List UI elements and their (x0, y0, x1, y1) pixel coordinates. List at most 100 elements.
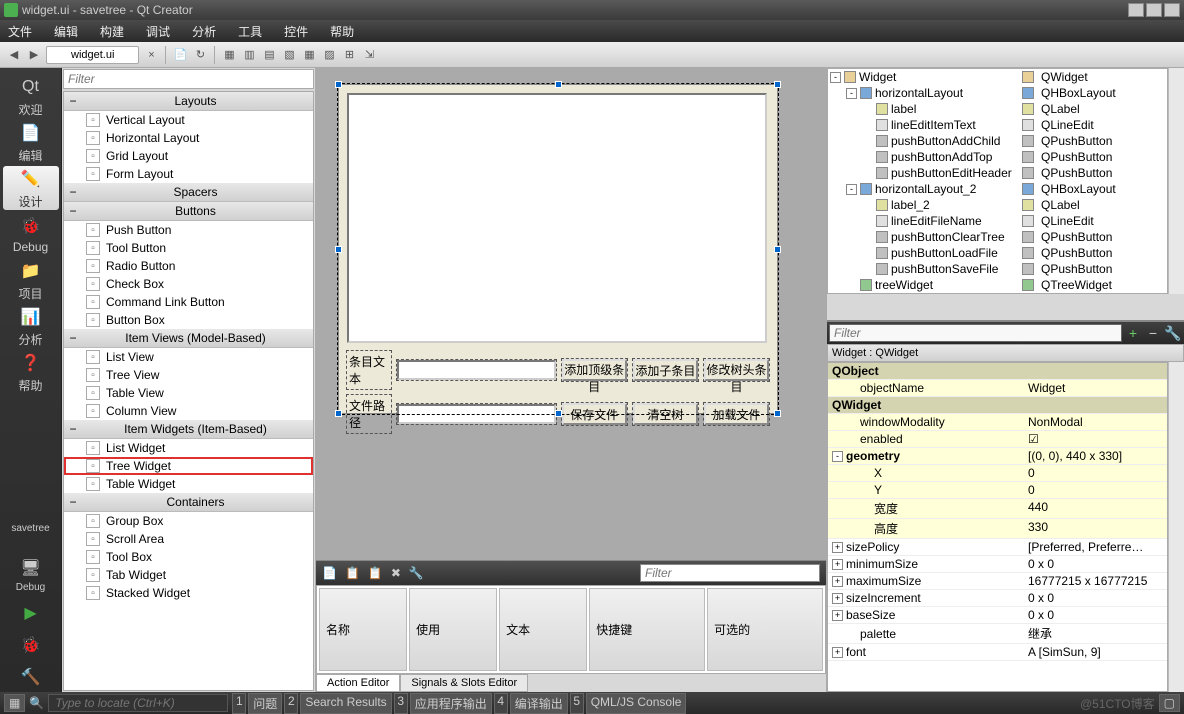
tool-icon[interactable]: ↻ (192, 47, 208, 63)
object-row[interactable]: pushButtonAddTopQPushButton (828, 149, 1167, 165)
layout-grid-icon[interactable]: ▦ (301, 47, 317, 63)
property-row[interactable]: +fontA [SimSun, 9] (828, 644, 1167, 661)
nav-欢迎[interactable]: Qt欢迎 (3, 74, 59, 118)
menu-帮助[interactable]: 帮助 (330, 23, 354, 40)
widget-item[interactable]: ▫Tool Box (64, 548, 313, 566)
file-tab[interactable]: widget.ui (46, 46, 139, 64)
property-row[interactable]: windowModalityNonModal (828, 414, 1167, 431)
layout-vsplit-icon[interactable]: ▧ (281, 47, 297, 63)
property-filter[interactable] (829, 324, 1122, 342)
widget-item[interactable]: ▫Scroll Area (64, 530, 313, 548)
property-row[interactable]: +minimumSize0 x 0 (828, 556, 1167, 573)
widget-item[interactable]: ▫List Widget (64, 439, 313, 457)
object-row[interactable]: lineEditItemTextQLineEdit (828, 117, 1167, 133)
widget-item[interactable]: ▫Table View (64, 384, 313, 402)
nav-编辑[interactable]: 📄编辑 (3, 120, 59, 164)
output-tab[interactable]: Search Results (300, 693, 391, 714)
toggle-sidebar-icon[interactable]: ▦ (4, 694, 25, 712)
output-tab-num[interactable]: 4 (494, 693, 508, 714)
widget-item[interactable]: ▫Column View (64, 402, 313, 420)
menu-分析[interactable]: 分析 (192, 23, 216, 40)
remove-prop-icon[interactable]: − (1144, 324, 1162, 342)
delete-icon[interactable]: ✖ (391, 566, 401, 580)
add-prop-icon[interactable]: + (1124, 324, 1142, 342)
output-tab-num[interactable]: 2 (284, 693, 298, 714)
widget-item[interactable]: ▫Form Layout (64, 165, 313, 183)
property-row[interactable]: +sizePolicy[Preferred, Preferre… (828, 539, 1167, 556)
new-action-icon[interactable]: 📄 (322, 566, 337, 580)
object-row[interactable]: treeWidgetQTreeWidget (828, 277, 1167, 293)
btn-load[interactable]: 加载文件 (704, 403, 769, 425)
property-row[interactable]: +baseSize0 x 0 (828, 607, 1167, 624)
action-filter[interactable] (640, 564, 820, 582)
widget-item[interactable]: ▫Tool Button (64, 239, 313, 257)
object-row[interactable]: -horizontalLayout_2QHBoxLayout (828, 181, 1167, 197)
menu-编辑[interactable]: 编辑 (54, 23, 78, 40)
output-tab[interactable]: 应用程序输出 (410, 693, 492, 714)
minimize-button[interactable]: _ (1128, 3, 1144, 17)
property-table[interactable]: QObjectobjectNameWidgetQWidgetwindowModa… (827, 362, 1168, 692)
run-button[interactable]: ▶ (3, 598, 59, 628)
widget-item[interactable]: ▫Tab Widget (64, 566, 313, 584)
layout-v-icon[interactable]: ▥ (241, 47, 257, 63)
nav-debug-run[interactable]: 🖥Debug (3, 552, 59, 596)
action-table[interactable]: 名称使用文本快捷键可选的 (316, 585, 826, 674)
scrollbar[interactable] (1168, 362, 1184, 692)
menu-文件[interactable]: 文件 (8, 23, 32, 40)
property-row[interactable]: objectNameWidget (828, 380, 1167, 397)
output-tab[interactable]: QML/JS Console (586, 693, 687, 714)
output-tab-num[interactable]: 3 (394, 693, 408, 714)
property-row[interactable]: palette继承 (828, 624, 1167, 644)
menu-构建[interactable]: 构建 (100, 23, 124, 40)
widget-item[interactable]: ▫Check Box (64, 275, 313, 293)
debug-button[interactable]: 🐞 (3, 630, 59, 660)
widget-item[interactable]: ▫Radio Button (64, 257, 313, 275)
object-row[interactable]: pushButtonAddChildQPushButton (828, 133, 1167, 149)
property-row[interactable]: -geometry[(0, 0), 440 x 330] (828, 448, 1167, 465)
property-row[interactable]: +sizeIncrement0 x 0 (828, 590, 1167, 607)
widget-item[interactable]: ▫Button Box (64, 311, 313, 329)
lineedit-itemtext[interactable] (397, 360, 556, 380)
action-tab[interactable]: Signals & Slots Editor (400, 674, 528, 692)
property-row[interactable]: enabled☑ (828, 431, 1167, 448)
menu-调试[interactable]: 调试 (146, 23, 170, 40)
close-button[interactable]: ✕ (1164, 3, 1180, 17)
btn-add-child[interactable]: 添加子条目 (633, 359, 698, 381)
btn-save[interactable]: 保存文件 (562, 403, 627, 425)
widget-item[interactable]: ▫List View (64, 348, 313, 366)
widget-group-header[interactable]: −Layouts (64, 92, 313, 111)
output-tab[interactable]: 编译输出 (510, 693, 568, 714)
settings-icon[interactable]: 🔧 (1164, 324, 1182, 342)
widget-item[interactable]: ▫Tree Widget (64, 457, 313, 475)
btn-edit-header[interactable]: 修改树头条目 (704, 359, 769, 381)
close-output-icon[interactable]: ▢ (1159, 694, 1180, 712)
widget-item[interactable]: ▫Group Box (64, 512, 313, 530)
close-tab-icon[interactable]: × (143, 47, 159, 63)
widget-group-header[interactable]: −Item Views (Model-Based) (64, 329, 313, 348)
layout-hsplit-icon[interactable]: ▤ (261, 47, 277, 63)
locator-input[interactable] (48, 694, 228, 712)
adjust-size-icon[interactable]: ⇲ (361, 47, 377, 63)
widget-group-header[interactable]: −Spacers (64, 183, 313, 202)
form-widget[interactable]: 条目文本 添加顶级条目 添加子条目 修改树头条目 文件路径 保存文件 清空树 加… (338, 84, 778, 414)
widget-list[interactable]: −Layouts▫Vertical Layout▫Horizontal Layo… (63, 91, 314, 691)
paste-icon[interactable]: 📋 (368, 566, 383, 580)
property-row[interactable]: QWidget (828, 397, 1167, 414)
widget-item[interactable]: ▫Grid Layout (64, 147, 313, 165)
forward-icon[interactable]: ▶ (26, 47, 42, 63)
property-row[interactable]: 宽度440 (828, 499, 1167, 519)
widget-item[interactable]: ▫Stacked Widget (64, 584, 313, 602)
back-icon[interactable]: ◀ (6, 47, 22, 63)
action-col[interactable]: 使用 (409, 588, 497, 671)
layout-form-icon[interactable]: ▨ (321, 47, 337, 63)
tool-icon[interactable]: 📄 (172, 47, 188, 63)
lineedit-filepath[interactable] (397, 404, 556, 424)
object-row[interactable]: pushButtonEditHeaderQPushButton (828, 165, 1167, 181)
break-layout-icon[interactable]: ⊞ (341, 47, 357, 63)
widget-item[interactable]: ▫Table Widget (64, 475, 313, 493)
action-col[interactable]: 文本 (499, 588, 587, 671)
widget-group-header[interactable]: −Item Widgets (Item-Based) (64, 420, 313, 439)
copy-icon[interactable]: 📋 (345, 566, 360, 580)
build-button[interactable]: 🔨 (3, 662, 59, 692)
nav-设计[interactable]: ✏️设计 (3, 166, 59, 210)
